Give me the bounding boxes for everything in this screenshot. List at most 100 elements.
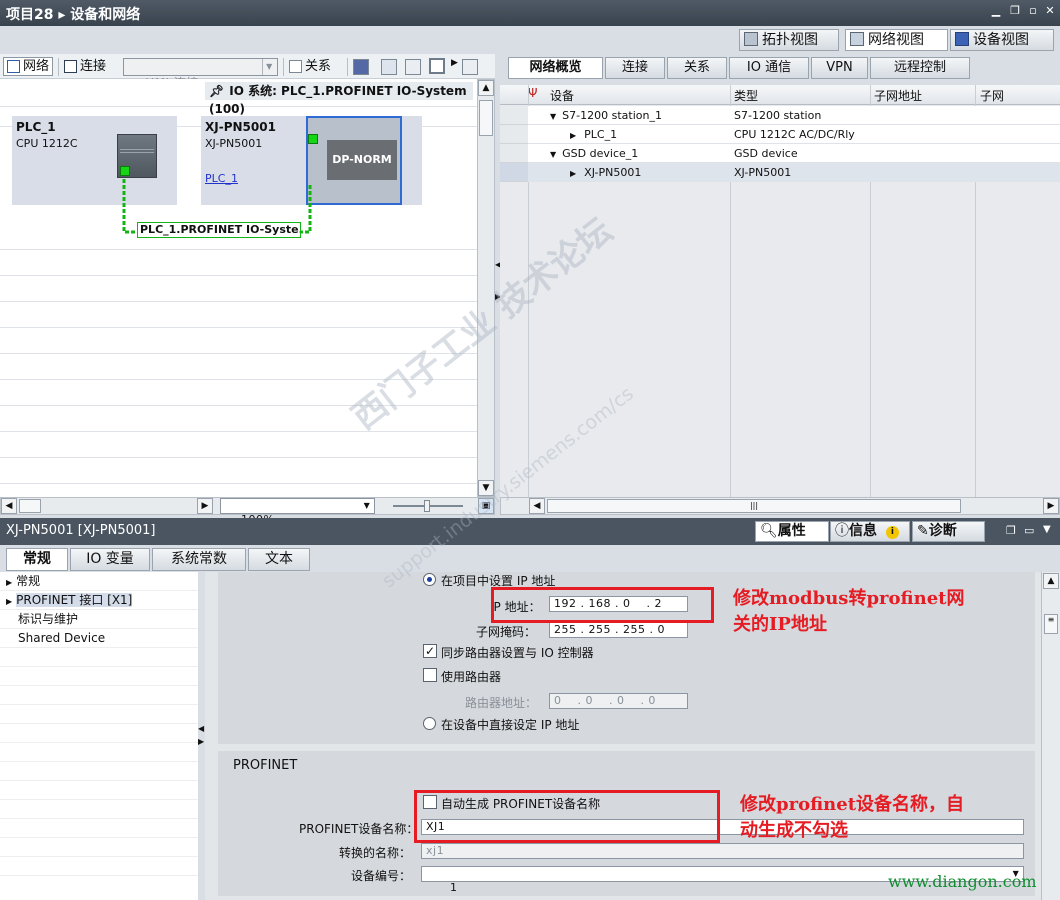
zoom-slider-thumb[interactable]	[424, 500, 430, 512]
table-row[interactable]: ▼ GSD device_1 GSD device	[528, 144, 1060, 163]
tab-network-overview[interactable]: 网络概览	[508, 57, 603, 79]
expand-down-icon[interactable]: ▼	[550, 150, 556, 159]
tab-label: 常规	[23, 551, 51, 567]
radio-set-ip-in-project[interactable]	[423, 573, 436, 586]
inspector-header: XJ-PN5001 [XJ-PN5001] 🔍︎属性 ⓘ信息 i ✎诊断 ❐ ▭…	[0, 518, 1060, 545]
properties-nav-tree: ▶ 常规 ▶ PROFINET 接口 [X1] 标识与维护 Shared Devic…	[0, 572, 198, 900]
radio-set-ip-on-device[interactable]	[423, 717, 436, 730]
collapse-right-icon[interactable]: ▶	[198, 737, 204, 746]
minimize-panel-icon[interactable]: ▭	[1024, 524, 1034, 537]
canvas-vscroll[interactable]: ▲ ▼	[477, 79, 495, 497]
table-row[interactable]: ▶ PLC_1 CPU 1212C AC/DC/Rly	[528, 125, 1060, 144]
col-subnet[interactable]: 子网	[980, 87, 1004, 104]
table-hscroll[interactable]: ◀ ||| ▶	[500, 497, 1060, 515]
nav-item-identification[interactable]: 标识与维护	[0, 610, 198, 629]
tab-io-communication[interactable]: IO 通信	[729, 57, 809, 79]
tab-label: 属性	[777, 523, 806, 539]
nav-splitter[interactable]: ◀ ▶	[198, 572, 205, 900]
overview-icon[interactable]	[462, 59, 478, 75]
tab-relations[interactable]: 关系	[667, 57, 727, 79]
profinet-name-label: PROFINET设备名称：	[299, 822, 419, 836]
chevron-down-icon[interactable]: ▼	[360, 499, 374, 513]
name-icon[interactable]	[353, 59, 369, 75]
chevron-down-icon[interactable]: ▼	[262, 59, 276, 75]
minimize-icon[interactable]: ▁	[988, 3, 1004, 19]
expand-right-icon[interactable]: ▶	[570, 169, 576, 178]
table-header: Ψ 设备 类型 子网地址 子网	[500, 85, 1060, 105]
scroll-thumb[interactable]	[479, 100, 493, 136]
connection-type-select[interactable]: HMI 连接 ▼	[123, 58, 278, 90]
network-label[interactable]: PLC_1.PROFINET IO-Syste...	[137, 222, 301, 238]
tab-network-view[interactable]: 网络视图	[845, 29, 948, 51]
filter-icon[interactable]: Ψ	[528, 86, 537, 100]
connect-label: 连接	[80, 59, 107, 74]
tab-topology-view[interactable]: 拓扑视图	[739, 29, 839, 51]
sync-router-checkbox[interactable]: ✓	[423, 644, 437, 658]
note-line: 修改modbus转profinet网	[733, 588, 965, 609]
scroll-thumb[interactable]: |||	[547, 499, 961, 513]
tab-remote-control[interactable]: 远程控制	[870, 57, 970, 79]
tab-diagnostics[interactable]: ✎诊断	[912, 521, 985, 542]
properties-vscroll[interactable]: ▲ ≡	[1041, 572, 1060, 900]
scroll-up-icon[interactable]: ▲	[1043, 573, 1059, 589]
float-icon[interactable]: ▫	[1025, 3, 1041, 19]
tab-texts[interactable]: 文本	[248, 548, 310, 571]
router-address-field[interactable]: 0 . 0 . 0 . 0	[549, 693, 688, 709]
zoom-select[interactable]: 100% ▼	[220, 498, 375, 526]
nav-item-general[interactable]: ▶ 常规	[0, 572, 198, 591]
tab-general[interactable]: 常规	[6, 548, 68, 571]
cell-device: S7-1200 station_1	[562, 109, 662, 122]
scroll-left-icon[interactable]: ◀	[1, 498, 17, 514]
scroll-up-icon[interactable]: ▲	[478, 80, 494, 96]
restore-icon[interactable]: ❐	[1007, 3, 1023, 19]
col-subnet-address[interactable]: 子网地址	[874, 87, 922, 104]
nav-item-profinet-interface[interactable]: ▶ PROFINET 接口 [X1]	[0, 591, 198, 610]
scroll-down-icon[interactable]: ▼	[478, 480, 494, 496]
collapse-left-icon[interactable]: ◀	[198, 724, 204, 733]
nav-item-shared-device[interactable]: Shared Device	[0, 629, 198, 648]
network-canvas[interactable]: PLC_1 CPU 1212C XJ-PN5001 XJ-PN5001 PLC_…	[0, 79, 477, 497]
page-icon[interactable]	[429, 58, 445, 74]
profinet-network-line[interactable]	[0, 79, 477, 497]
scroll-right-icon[interactable]: ▶	[197, 498, 213, 514]
scroll-thumb[interactable]	[19, 499, 41, 513]
subnet-mask-field[interactable]: 255 . 255 . 255 . 0	[549, 622, 688, 638]
expand-right-icon[interactable]: ▶	[6, 578, 12, 587]
col-type[interactable]: 类型	[734, 87, 758, 104]
more-arrow-icon[interactable]: ▶	[451, 58, 458, 68]
network-button[interactable]: 网络	[3, 57, 54, 76]
float-panel-icon[interactable]: ❐	[1006, 524, 1016, 537]
table-row-selected[interactable]: ▶ XJ-PN5001 XJ-PN5001	[528, 163, 1060, 182]
close-icon[interactable]: ✕	[1042, 3, 1058, 19]
scroll-right-icon[interactable]: ▶	[1043, 498, 1059, 514]
use-router-checkbox[interactable]	[423, 668, 437, 682]
col-device[interactable]: 设备	[550, 87, 574, 104]
subnet-mask-value: 255 . 255 . 255 . 0	[554, 623, 665, 636]
cell-device: XJ-PN5001	[584, 166, 642, 179]
expand-down-icon[interactable]: ▼	[550, 112, 556, 121]
connect-button[interactable]: 连接	[64, 57, 106, 77]
nav-label: PROFINET 接口 [X1]	[16, 593, 133, 607]
tab-properties[interactable]: 🔍︎属性	[755, 521, 829, 542]
pin-icon[interactable]: 📌︎	[209, 84, 224, 98]
tab-io-tags[interactable]: IO 变量	[70, 548, 150, 571]
tab-system-constants[interactable]: 系统常数	[152, 548, 246, 571]
tab-connections[interactable]: 连接	[605, 57, 665, 79]
footer-url: www.diangon.com	[888, 872, 1037, 891]
table-row[interactable]: ▼ S7-1200 station_1 S7-1200 station	[528, 106, 1060, 125]
scroll-thumb[interactable]: ≡	[1044, 614, 1058, 634]
grid-icon[interactable]	[405, 59, 421, 75]
overview-nav-icon[interactable]: ▣	[478, 498, 494, 514]
tab-info[interactable]: ⓘ信息 i	[830, 521, 910, 542]
tab-vpn[interactable]: VPN	[811, 57, 868, 79]
relation-button[interactable]: 关系	[289, 57, 331, 77]
expand-right-icon[interactable]: ▶	[570, 131, 576, 140]
canvas-hscroll[interactable]: ◀ ▶ 100% ▼ ▣	[0, 497, 495, 526]
tab-device-view[interactable]: 设备视图	[950, 29, 1054, 51]
collapse-panel-icon[interactable]: ▼	[1043, 524, 1051, 535]
network-overview-table[interactable]: Ψ 设备 类型 子网地址 子网 ▼ S7-1200 station_1 S7-12…	[500, 85, 1060, 497]
expand-right-icon[interactable]: ▶	[6, 597, 12, 606]
note-line: 关的IP地址	[733, 614, 827, 635]
scroll-left-icon[interactable]: ◀	[529, 498, 545, 514]
address-icon[interactable]	[381, 59, 397, 75]
